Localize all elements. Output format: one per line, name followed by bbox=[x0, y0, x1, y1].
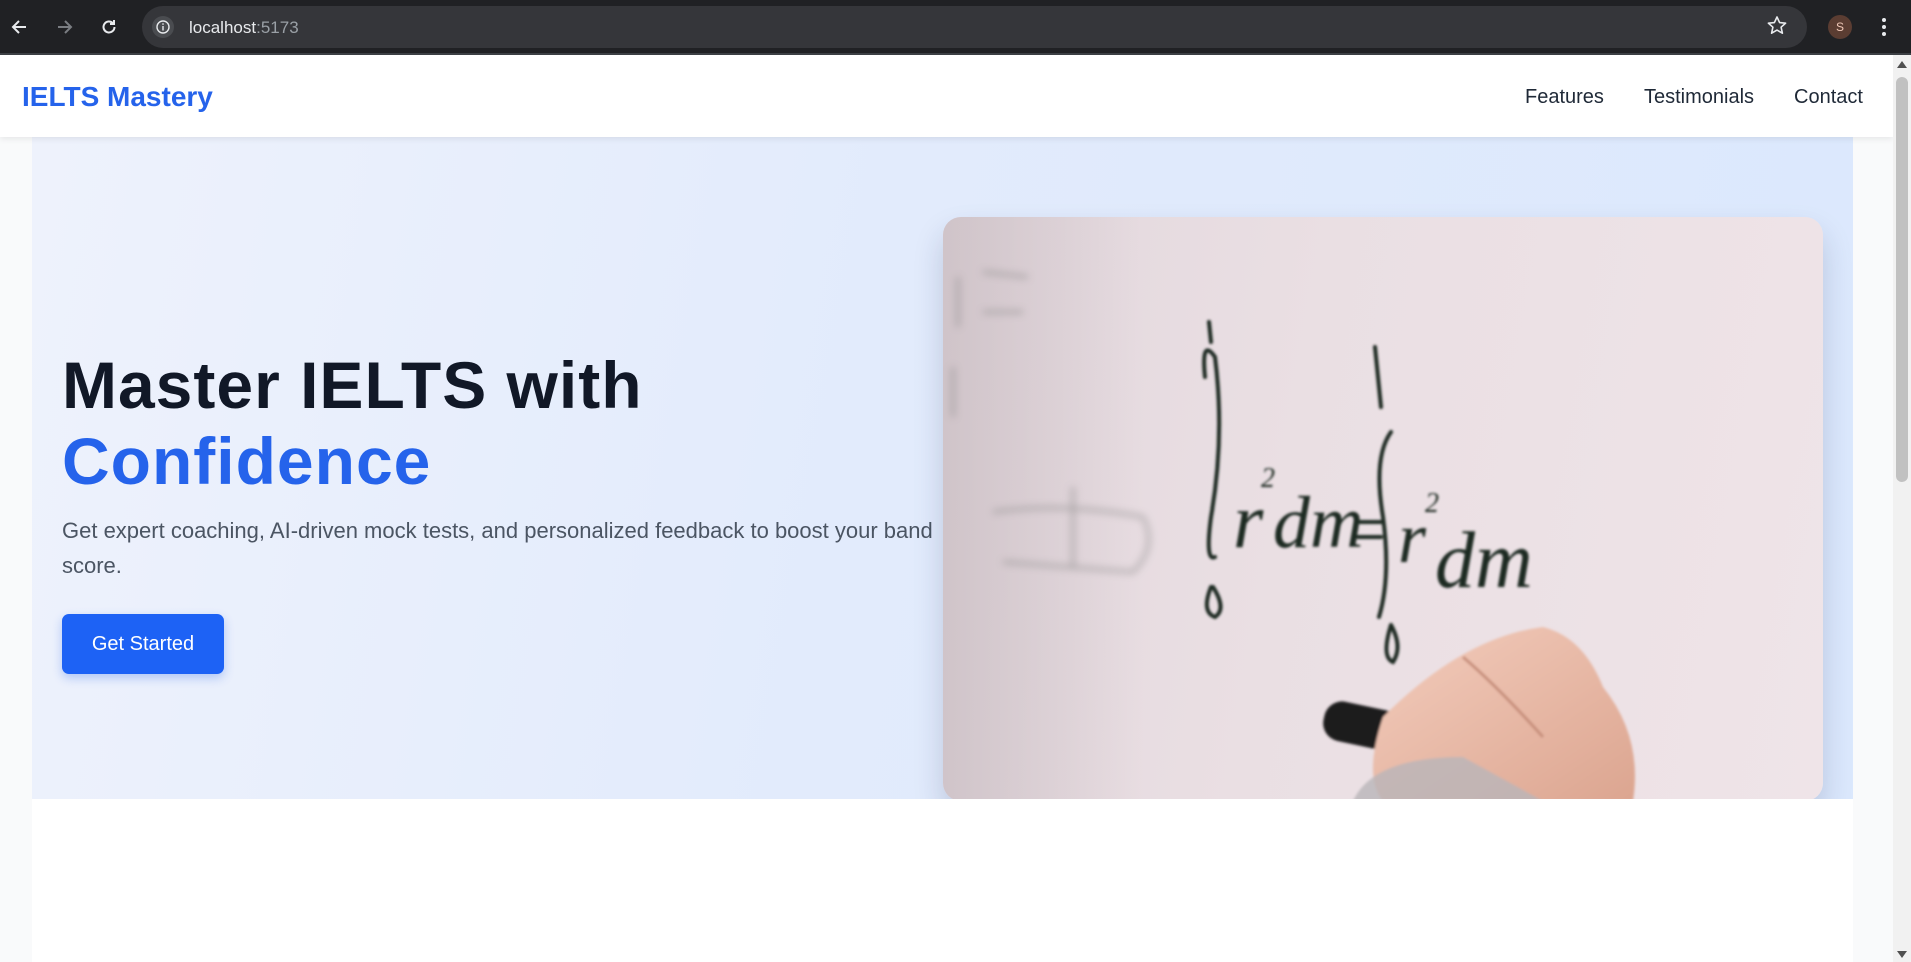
get-started-button[interactable]: Get Started bbox=[62, 614, 224, 674]
browser-menu-icon[interactable] bbox=[1874, 14, 1894, 40]
site-info-icon[interactable] bbox=[152, 16, 174, 38]
hero-subtitle: Get expert coaching, AI-driven mock test… bbox=[62, 518, 933, 578]
nav-link-features[interactable]: Features bbox=[1525, 86, 1604, 109]
url-text[interactable]: localhost:5173 bbox=[189, 18, 299, 38]
scroll-down-arrow-icon[interactable] bbox=[1897, 951, 1907, 958]
features-section bbox=[32, 799, 1853, 962]
scroll-up-arrow-icon[interactable] bbox=[1897, 61, 1907, 68]
scrollbar-thumb[interactable] bbox=[1896, 77, 1908, 482]
page-viewport: IELTS Mastery Features Testimonials Cont… bbox=[0, 55, 1893, 962]
forward-button[interactable] bbox=[49, 12, 79, 42]
browser-toolbar: localhost:5173 S bbox=[0, 0, 1911, 55]
hero-title-accent: Confidence bbox=[62, 424, 432, 498]
address-bar[interactable]: localhost:5173 bbox=[142, 6, 1807, 48]
reload-icon bbox=[102, 20, 116, 34]
page-scrollbar[interactable] bbox=[1893, 55, 1911, 962]
svg-text:r: r bbox=[1398, 498, 1427, 578]
url-port: :5173 bbox=[256, 18, 299, 37]
site-header: IELTS Mastery Features Testimonials Cont… bbox=[0, 55, 1893, 137]
hero-image: r 2 dm r 2 dm bbox=[943, 217, 1823, 801]
svg-text:dm: dm bbox=[1435, 517, 1533, 605]
brand-logo[interactable]: IELTS Mastery bbox=[22, 81, 213, 113]
url-host: localhost bbox=[189, 18, 257, 37]
back-button[interactable] bbox=[5, 12, 35, 42]
hero-title-line1: Master IELTS with bbox=[62, 348, 643, 422]
svg-text:2: 2 bbox=[1425, 488, 1439, 519]
svg-text:r: r bbox=[1233, 477, 1264, 564]
hero-title: Master IELTS with Confidence bbox=[62, 347, 643, 499]
forward-arrow-icon bbox=[58, 20, 73, 34]
back-arrow-icon bbox=[11, 20, 26, 34]
svg-text:dm: dm bbox=[1273, 482, 1363, 564]
nav-link-testimonials[interactable]: Testimonials bbox=[1644, 86, 1754, 109]
hero-section: Master IELTS with Confidence Get expert … bbox=[32, 137, 1853, 801]
profile-avatar[interactable]: S bbox=[1828, 15, 1852, 39]
bookmark-star-icon[interactable] bbox=[1765, 14, 1789, 38]
reload-button[interactable] bbox=[94, 12, 124, 42]
nav-link-contact[interactable]: Contact bbox=[1794, 86, 1863, 109]
whiteboard-illustration: r 2 dm r 2 dm bbox=[943, 217, 1635, 801]
